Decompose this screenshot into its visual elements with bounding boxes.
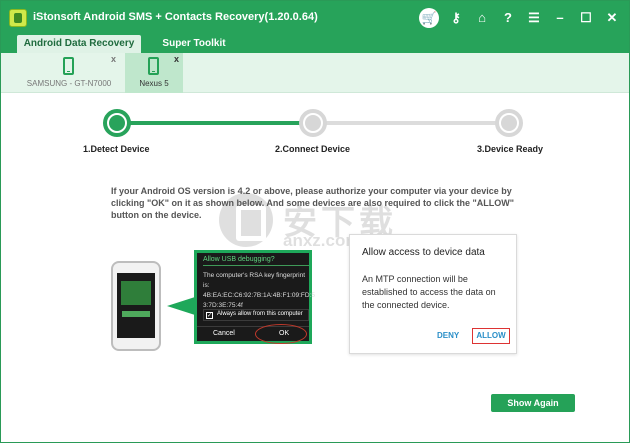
close-icon[interactable]: ✕: [603, 9, 621, 27]
phone-icon: [148, 57, 159, 75]
device-list: x SAMSUNG - GT-N7000 x Nexus 5: [1, 53, 629, 93]
cart-icon[interactable]: 🛒: [419, 8, 439, 28]
mtp-access-dialog: Allow access to device data An MTP conne…: [349, 234, 517, 354]
show-again-button[interactable]: Show Again: [491, 394, 575, 412]
usb-ok-button[interactable]: OK: [279, 330, 289, 337]
tab-android-data-recovery[interactable]: Android Data Recovery: [17, 35, 141, 53]
step-1-label: 1.Detect Device: [83, 144, 150, 154]
main-tabs: Android Data Recovery Super Toolkit: [1, 35, 629, 53]
close-device-icon[interactable]: x: [174, 54, 179, 64]
allow-button[interactable]: ALLOW: [472, 328, 510, 344]
usb-debugging-dialog: Allow USB debugging? The computer's RSA …: [194, 250, 316, 344]
checkbox-checked-icon: ✓: [206, 312, 213, 319]
step-2-label: 2.Connect Device: [275, 144, 351, 154]
instructions-text: If your Android OS version is 4.2 or abo…: [111, 186, 514, 220]
key-icon[interactable]: ⚷: [447, 9, 465, 27]
device-tab-nexus[interactable]: x Nexus 5: [125, 53, 183, 93]
phone-icon: [63, 57, 74, 75]
help-icon[interactable]: ?: [499, 9, 517, 27]
close-device-icon[interactable]: x: [111, 54, 116, 64]
phone-illustration: [111, 261, 161, 351]
mtp-dialog-body: An MTP connection will be established to…: [362, 274, 496, 310]
progress-fill: [117, 121, 313, 125]
title-bar-controls: 🛒 ⚷ ⌂ ? ☰ – ☐ ✕: [419, 8, 621, 28]
step-2-indicator: [299, 109, 327, 137]
callout-arrow: [167, 297, 195, 315]
minimize-icon[interactable]: –: [551, 9, 569, 27]
tab-super-toolkit[interactable]: Super Toolkit: [151, 35, 237, 53]
usb-dialog-text: The computer's RSA key fingerprint is: 4…: [203, 272, 316, 309]
app-logo-icon: [9, 9, 27, 27]
device-label: SAMSUNG - GT-N7000: [26, 79, 112, 88]
device-tab-samsung[interactable]: x SAMSUNG - GT-N7000: [21, 53, 117, 93]
step-3-indicator: [495, 109, 523, 137]
deny-button[interactable]: DENY: [437, 331, 459, 340]
app-window: iStonsoft Android SMS + Contacts Recover…: [0, 0, 630, 443]
step-1-indicator: [103, 109, 131, 137]
step-3-label: 3.Device Ready: [477, 144, 544, 154]
usb-dialog-title: Allow USB debugging?: [203, 256, 275, 263]
usb-cancel-button[interactable]: Cancel: [213, 330, 235, 337]
always-allow-checkbox[interactable]: ✓ Always allow from this computer: [203, 309, 309, 321]
register-icon[interactable]: ☰: [525, 9, 543, 27]
window-title: iStonsoft Android SMS + Contacts Recover…: [33, 11, 318, 23]
device-label: Nexus 5: [139, 79, 169, 88]
mtp-dialog-title: Allow access to device data: [362, 247, 485, 258]
home-icon[interactable]: ⌂: [473, 9, 491, 27]
checkbox-label: Always allow from this computer: [217, 311, 303, 317]
maximize-icon[interactable]: ☐: [577, 9, 595, 27]
title-bar: iStonsoft Android SMS + Contacts Recover…: [1, 1, 629, 35]
